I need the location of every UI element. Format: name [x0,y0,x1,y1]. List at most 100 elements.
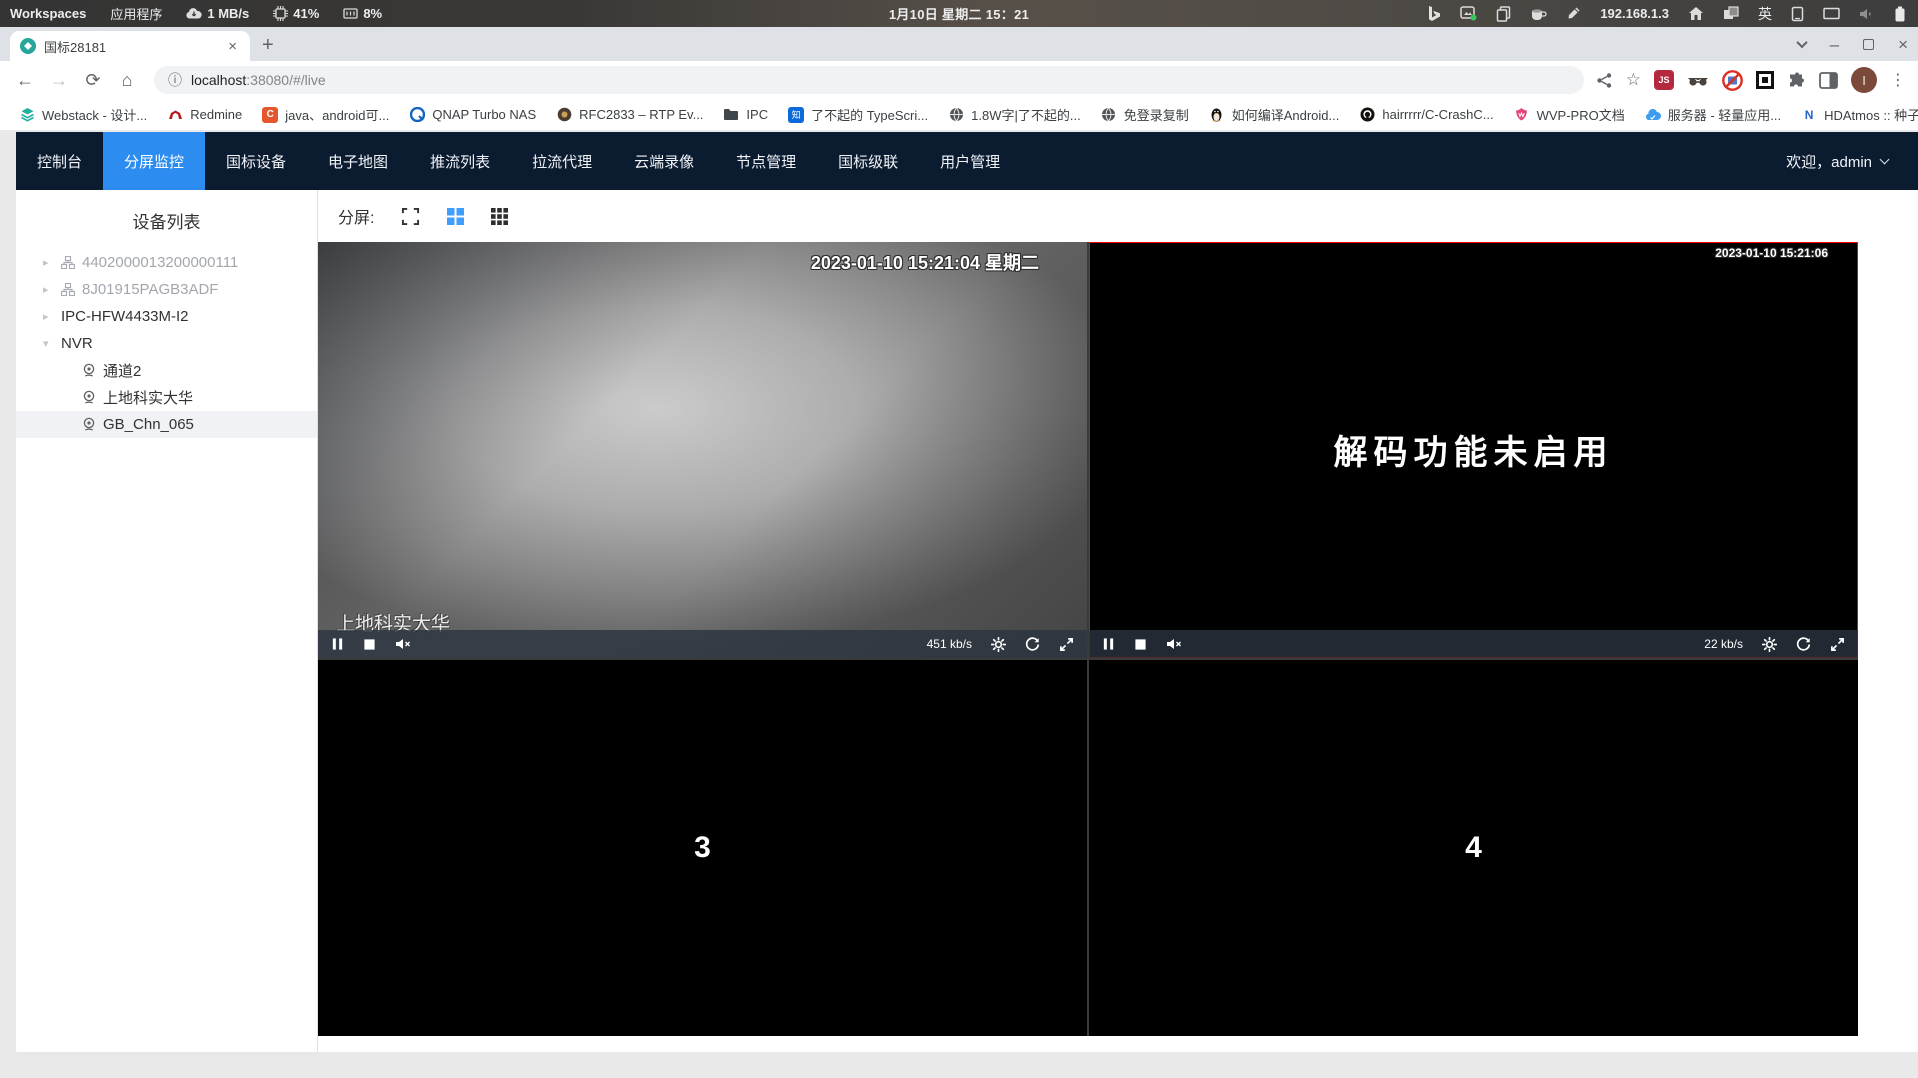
bookmark-item[interactable]: QNAP Turbo NAS [400,103,545,127]
tab-close-icon[interactable]: × [225,38,240,55]
display-tray-icon[interactable] [1823,7,1840,21]
stop-icon[interactable] [1134,638,1147,651]
side-panel-icon[interactable] [1819,71,1838,89]
browser-tab[interactable]: 国标28181 × [10,31,250,61]
bookmark-item[interactable]: Webstack - 设计... [10,101,156,128]
tab-search-chevron-icon[interactable] [1795,36,1808,49]
screenshot-tray-icon[interactable] [1460,6,1477,21]
input-method-indicator[interactable]: 英 [1758,4,1772,24]
workspaces-button[interactable]: Workspaces [10,6,86,21]
bookmark-item[interactable]: Redmine [158,103,251,127]
profile-avatar[interactable]: I [1851,67,1877,93]
expand-icon[interactable] [1059,637,1074,652]
nav-item-console[interactable]: 控制台 [16,132,103,190]
grid-3x3-icon[interactable] [491,207,509,225]
bookmark-item[interactable]: WVP-PRO文档 [1505,101,1634,128]
tree-item-platform[interactable]: ▸ 4402000013200000111 [16,249,317,276]
volume-muted-icon[interactable] [1859,7,1875,21]
windows-overview-tray-icon[interactable] [1723,6,1739,21]
bookmark-item[interactable]: N HDAtmos :: 种子 *... [1792,101,1918,128]
caret-right-icon[interactable]: ▸ [43,310,54,323]
window-close-button[interactable]: × [1898,36,1908,53]
pause-icon[interactable] [1102,637,1115,651]
expand-icon[interactable] [1830,637,1845,652]
nav-item-split-monitor[interactable]: 分屏监控 [103,132,206,190]
tree-item-platform[interactable]: ▸ 8J01915PAGB3ADF [16,276,317,303]
qr-extension-icon[interactable] [1756,71,1774,89]
bookmark-item[interactable]: 1.8W字|了不起的... [939,101,1090,128]
browser-menu-icon[interactable]: ⋮ [1890,70,1906,90]
caret-right-icon[interactable]: ▸ [43,256,54,269]
window-maximize-button[interactable] [1863,38,1875,50]
nav-item-map[interactable]: 电子地图 [307,132,409,190]
grid-2x2-icon[interactable] [447,207,465,225]
bookmark-item[interactable]: 服务器 - 轻量应用... [1636,101,1790,128]
bookmark-item[interactable]: hairrrrr/C-CrashC... [1350,103,1502,127]
clipboard-tray-icon[interactable] [1496,5,1511,22]
bookmark-item[interactable]: 免登录复制 [1092,101,1198,128]
caret-right-icon[interactable]: ▸ [43,283,54,296]
video-grid: 2023-01-10 15:21:04 星期二 上地科实大华 451 kb/s … [318,242,1858,1036]
bookmark-item[interactable]: RFC2833 – RTP Ev... [547,103,712,127]
bookmark-item[interactable]: 知 了不起的 TypeScri... [779,101,937,128]
tree-item-channel[interactable]: 通道2 [16,357,317,384]
network-speed-indicator[interactable]: 1 MB/s [186,6,249,21]
window-minimize-button[interactable]: – [1830,36,1839,53]
clock-indicator[interactable]: 1月10日 星期二 15：21 [889,4,1029,23]
refresh-icon[interactable] [1025,636,1040,652]
nav-item-user-manage[interactable]: 用户管理 [919,132,1021,190]
new-tab-button[interactable]: + [262,34,274,61]
glasses-extension-icon[interactable] [1687,74,1709,87]
tree-item-channel[interactable]: 上地科实大华 [16,384,317,411]
volume-muted-icon[interactable] [395,637,411,651]
phone-link-tray-icon[interactable] [1791,6,1804,22]
settings-gear-icon[interactable] [1762,636,1777,652]
adblock-extension-icon[interactable] [1722,69,1743,91]
video-cell-1[interactable]: 2023-01-10 15:21:04 星期二 上地科实大华 451 kb/s [318,242,1087,658]
video-cell-4[interactable]: 4 [1089,660,1858,1036]
nav-item-push-list[interactable]: 推流列表 [409,132,511,190]
nav-item-gb-devices[interactable]: 国标设备 [205,132,307,190]
browser-home-button[interactable]: ⌂ [112,65,142,95]
stop-icon[interactable] [363,638,376,651]
extensions-puzzle-icon[interactable] [1787,71,1806,90]
url-input[interactable]: ⓘ localhost:38080/#/live [154,66,1584,94]
tree-item-device[interactable]: ▸ IPC-HFW4433M-I2 [16,303,317,330]
ip-address-indicator[interactable]: 192.168.1.3 [1600,6,1669,21]
cpu-usage-indicator[interactable]: 41% [273,6,319,21]
caret-down-icon[interactable]: ▾ [43,337,54,350]
color-picker-tray-icon[interactable] [1566,6,1581,21]
settings-gear-icon[interactable] [991,636,1006,652]
bookmark-item[interactable]: C java、android可... [253,101,398,128]
share-icon[interactable] [1596,72,1613,89]
bookmark-item[interactable]: 如何编译Android... [1200,101,1349,128]
back-button[interactable]: ← [10,65,40,95]
nav-item-pull-proxy[interactable]: 拉流代理 [511,132,613,190]
applications-button[interactable]: 应用程序 [110,4,162,23]
nav-item-node-manage[interactable]: 节点管理 [715,132,817,190]
volume-muted-icon[interactable] [1166,637,1182,651]
nav-item-gb-cascade[interactable]: 国标级联 [817,132,919,190]
caffeine-tray-icon[interactable] [1530,7,1547,21]
home-tray-icon[interactable] [1688,6,1704,21]
fullscreen-icon[interactable] [401,207,420,226]
pause-icon[interactable] [331,637,344,651]
memory-usage-indicator[interactable]: 8% [343,6,382,21]
folder-icon [723,107,739,123]
bing-tray-icon[interactable] [1428,5,1441,22]
bookmark-folder[interactable]: IPC [714,103,777,127]
bookmark-star-icon[interactable]: ☆ [1626,70,1641,90]
site-info-icon[interactable]: ⓘ [168,70,182,90]
user-menu[interactable]: 欢迎，admin [1786,132,1918,190]
nav-item-cloud-record[interactable]: 云端录像 [613,132,715,190]
battery-icon[interactable] [1894,6,1906,22]
forward-button[interactable]: → [44,65,74,95]
js-extension-icon[interactable]: JS [1654,70,1674,90]
tree-item-device-nvr[interactable]: ▾ NVR [16,330,317,357]
reload-button[interactable]: ⟳ [78,65,108,95]
tree-item-channel-selected[interactable]: GB_Chn_065 [16,411,317,438]
webcam-icon [82,363,96,378]
video-cell-2[interactable]: 2023-01-10 15:21:06 解码功能未启用 22 kb/s [1089,242,1858,658]
refresh-icon[interactable] [1796,636,1811,652]
video-cell-3[interactable]: 3 [318,660,1087,1036]
